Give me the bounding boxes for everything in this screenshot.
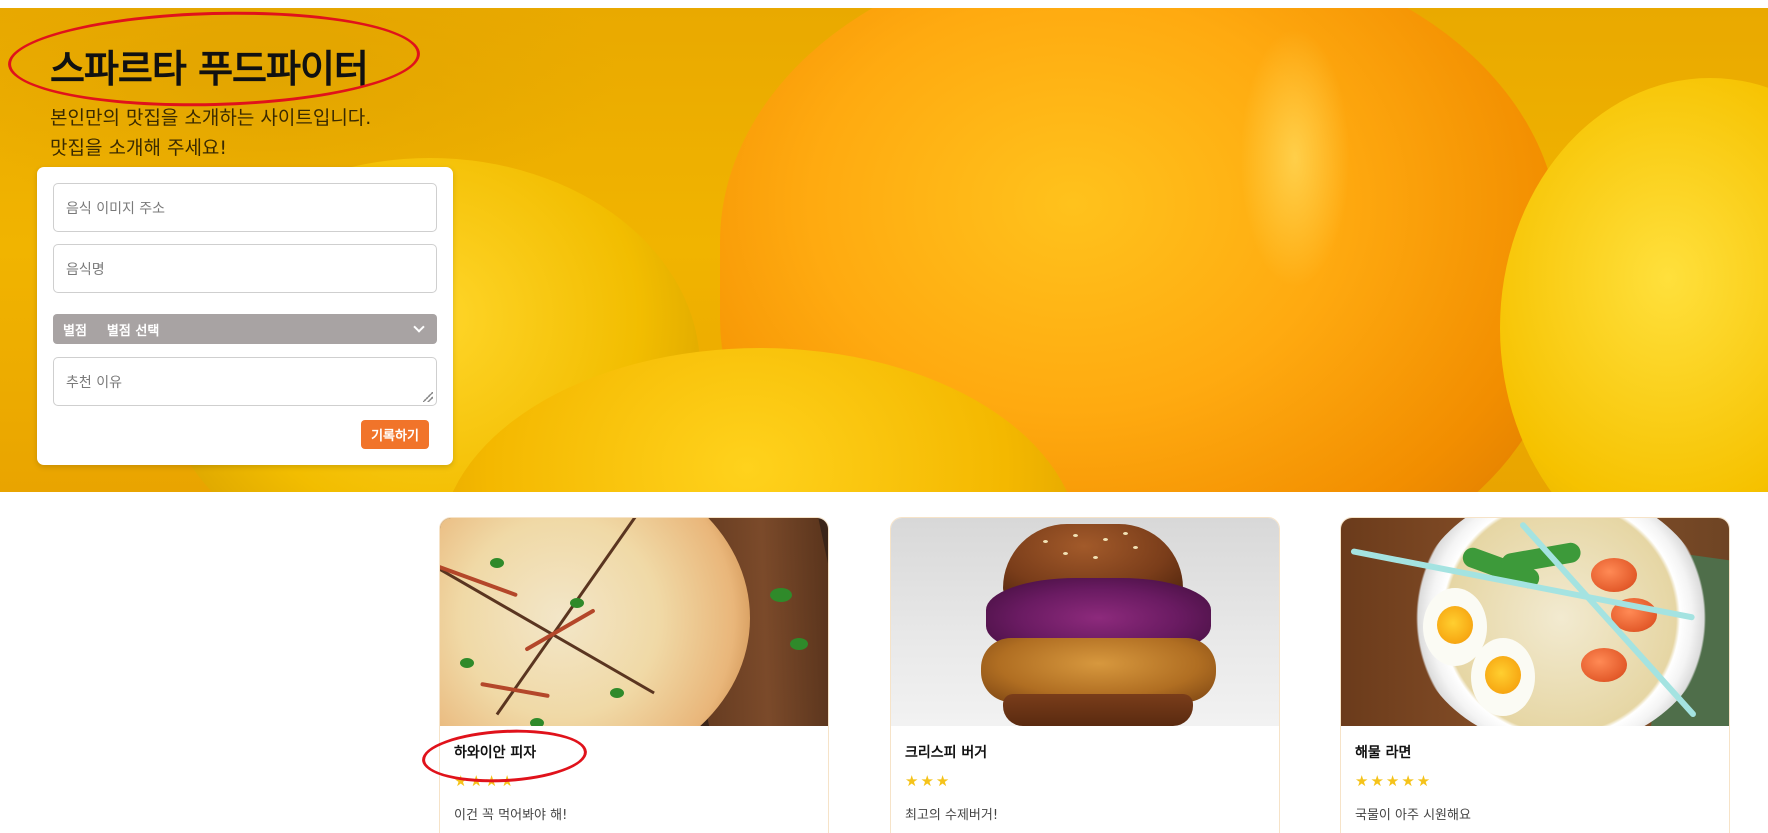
- food-image-burger: [891, 518, 1279, 726]
- pepper-highlight: [1240, 28, 1350, 288]
- reason-textarea[interactable]: 추천 이유: [53, 357, 437, 406]
- post-form: 음식 이미지 주소 음식명 별점 별점 선택 추천 이유 기록하기: [37, 167, 453, 465]
- lemon-image-right: [1500, 78, 1768, 492]
- image-url-placeholder: 음식 이미지 주소: [66, 200, 166, 217]
- food-card-body: 해물 라면 ★★★★★ 국물이 아주 시원해요: [1355, 742, 1715, 823]
- food-card-title: 해물 라면: [1355, 745, 1412, 761]
- food-name-input[interactable]: 음식명: [53, 244, 437, 293]
- rating-select[interactable]: 별점 별점 선택: [53, 314, 437, 344]
- food-card-comment: 이건 꼭 먹어봐야 해!: [454, 808, 568, 823]
- food-card-comment: 국물이 아주 시원해요: [1355, 808, 1471, 823]
- food-card: 해물 라면 ★★★★★ 국물이 아주 시원해요: [1340, 517, 1730, 833]
- hero-description-line-2: 맛집을 소개해 주세요!: [50, 137, 228, 159]
- food-card-title: 크리스피 버거: [905, 745, 988, 761]
- food-image-ramen: [1341, 518, 1729, 726]
- reason-placeholder: 추천 이유: [66, 375, 122, 391]
- resize-grip-icon[interactable]: [423, 392, 433, 402]
- food-name-placeholder: 음식명: [66, 261, 105, 278]
- image-url-input[interactable]: 음식 이미지 주소: [53, 183, 437, 232]
- star-rating: ★★★: [905, 772, 952, 790]
- food-card: 크리스피 버거 ★★★ 최고의 수제버거!: [890, 517, 1280, 833]
- rating-select-label: 별점: [63, 323, 87, 339]
- chevron-down-icon: [413, 321, 425, 333]
- hero-description-line-1: 본인만의 맛집을 소개하는 사이트입니다.: [50, 107, 372, 129]
- food-image-pizza: [440, 518, 828, 726]
- hero-description: 본인만의 맛집을 소개하는 사이트입니다. 맛집을 소개해 주세요!: [50, 103, 371, 163]
- rating-select-value: 별점 선택: [106, 323, 160, 339]
- food-card: 하와이안 피자 ★★★★ 이건 꼭 먹어봐야 해!: [439, 517, 829, 833]
- star-rating: ★★★★★: [1355, 772, 1433, 790]
- food-card-comment: 최고의 수제버거!: [905, 808, 999, 823]
- submit-button[interactable]: 기록하기: [361, 420, 429, 449]
- food-card-body: 크리스피 버거 ★★★ 최고의 수제버거!: [905, 742, 1265, 823]
